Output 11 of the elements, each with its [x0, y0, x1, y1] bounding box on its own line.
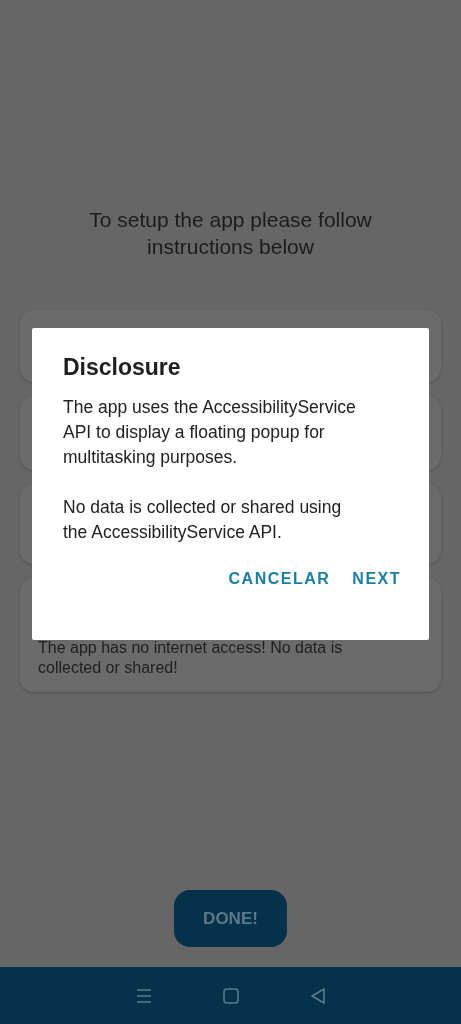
- done-button[interactable]: DONE!: [174, 890, 287, 947]
- next-button[interactable]: NEXT: [348, 566, 405, 592]
- dialog-title: Disclosure: [63, 354, 182, 381]
- home-square-icon[interactable]: [221, 986, 240, 1005]
- back-icon[interactable]: [308, 986, 327, 1005]
- dialog-message: No data is collected or shared using the AccessibilityService API.: [63, 496, 343, 544]
- menu-icon[interactable]: [134, 986, 153, 1005]
- dialog-message: The app uses the AccessibilityService API to display a floating popup for multitasking purposes.: [63, 396, 357, 469]
- card-text: The app has no internet access! No data is collected or shared!: [38, 638, 344, 678]
- instructions-heading: To setup the app please follow instructions below: [88, 207, 373, 260]
- cancel-button[interactable]: CANCELAR: [224, 566, 335, 592]
